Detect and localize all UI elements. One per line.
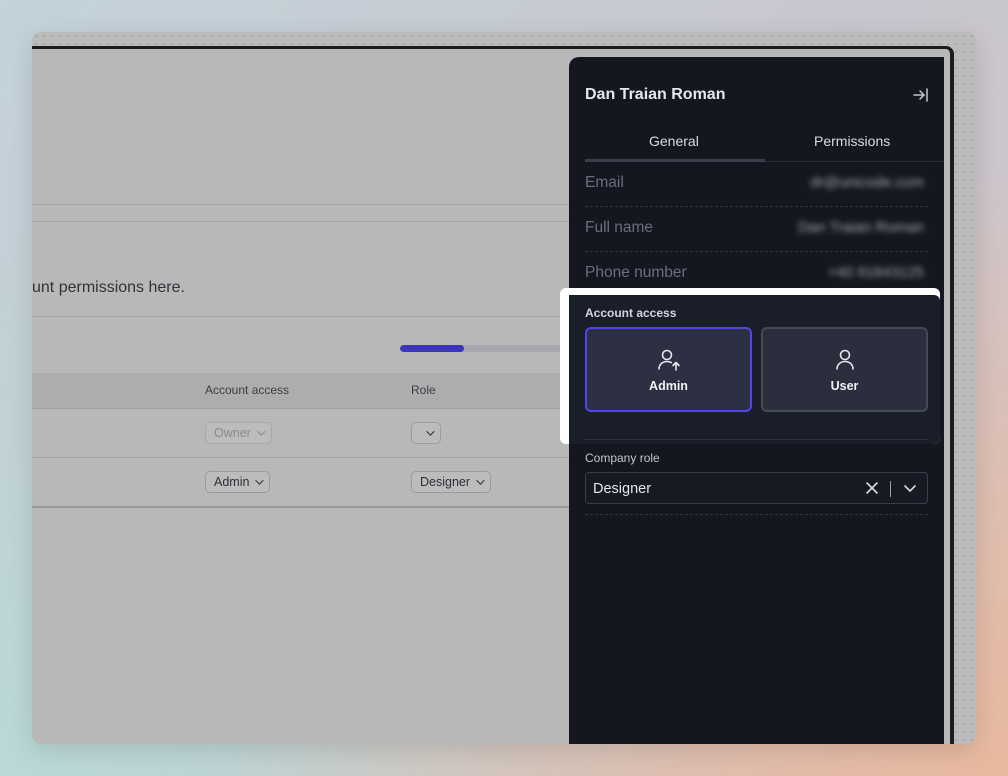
- divider: [32, 204, 572, 205]
- role-option-user[interactable]: User: [761, 327, 928, 412]
- field-label: Phone number: [585, 264, 687, 281]
- column-header-role: Role: [411, 383, 436, 397]
- drawer-title: Dan Traian Roman: [585, 86, 726, 103]
- background-app: unt permissions here. Account access Rol…: [32, 49, 572, 744]
- account-access-label: Account access: [585, 306, 677, 320]
- table-header: Account access Role: [32, 373, 572, 409]
- divider: [32, 221, 572, 222]
- table-row: Owner: [32, 409, 572, 458]
- field-value: Dan Traian Roman: [798, 219, 924, 236]
- chevron-down-icon: [426, 427, 435, 436]
- close-icon[interactable]: [865, 481, 879, 495]
- page-description: unt permissions here.: [32, 279, 185, 296]
- drawer-tabs: General Permissions: [585, 129, 944, 162]
- field-label: Email: [585, 174, 624, 191]
- account-access-dropdown[interactable]: Owner: [205, 422, 272, 444]
- table-row: Admin Designer: [32, 458, 572, 508]
- role-value: Designer: [420, 475, 471, 489]
- field-value: +40 91843125: [827, 264, 924, 281]
- role-option-admin[interactable]: Admin: [585, 327, 752, 412]
- chevron-down-icon: [255, 476, 265, 485]
- field-row-email: Email dr@unicode.com: [585, 162, 928, 207]
- account-access-value: Owner: [214, 426, 251, 440]
- divider: [32, 316, 572, 317]
- role-dropdown[interactable]: Designer: [411, 471, 492, 493]
- user-icon: [832, 347, 858, 373]
- column-header-account-access: Account access: [205, 383, 290, 397]
- user-up-icon: [656, 347, 682, 373]
- field-value: dr@unicode.com: [810, 174, 924, 191]
- role-option-label: User: [830, 378, 859, 393]
- divider: [585, 439, 928, 440]
- field-label: Full name: [585, 219, 654, 236]
- role-dropdown[interactable]: [411, 422, 441, 444]
- collapse-drawer-icon[interactable]: [912, 86, 930, 104]
- field-row-full-name: Full name Dan Traian Roman: [585, 207, 928, 252]
- chevron-down-icon[interactable]: [903, 481, 917, 495]
- account-access-value: Admin: [214, 475, 250, 489]
- tab-permissions[interactable]: Permissions: [814, 133, 890, 149]
- progress-bar: [400, 345, 572, 352]
- company-role-select[interactable]: Designer: [585, 472, 928, 504]
- select-separator: [890, 481, 891, 497]
- chevron-down-icon: [256, 427, 266, 436]
- company-role-label: Company role: [585, 451, 660, 465]
- role-option-label: Admin: [649, 378, 688, 393]
- account-access-dropdown[interactable]: Admin: [205, 471, 271, 493]
- progress-fill: [400, 345, 464, 352]
- chevron-down-icon: [476, 476, 485, 485]
- divider: [585, 514, 928, 515]
- company-role-value: Designer: [593, 481, 652, 497]
- tab-general[interactable]: General: [649, 133, 699, 149]
